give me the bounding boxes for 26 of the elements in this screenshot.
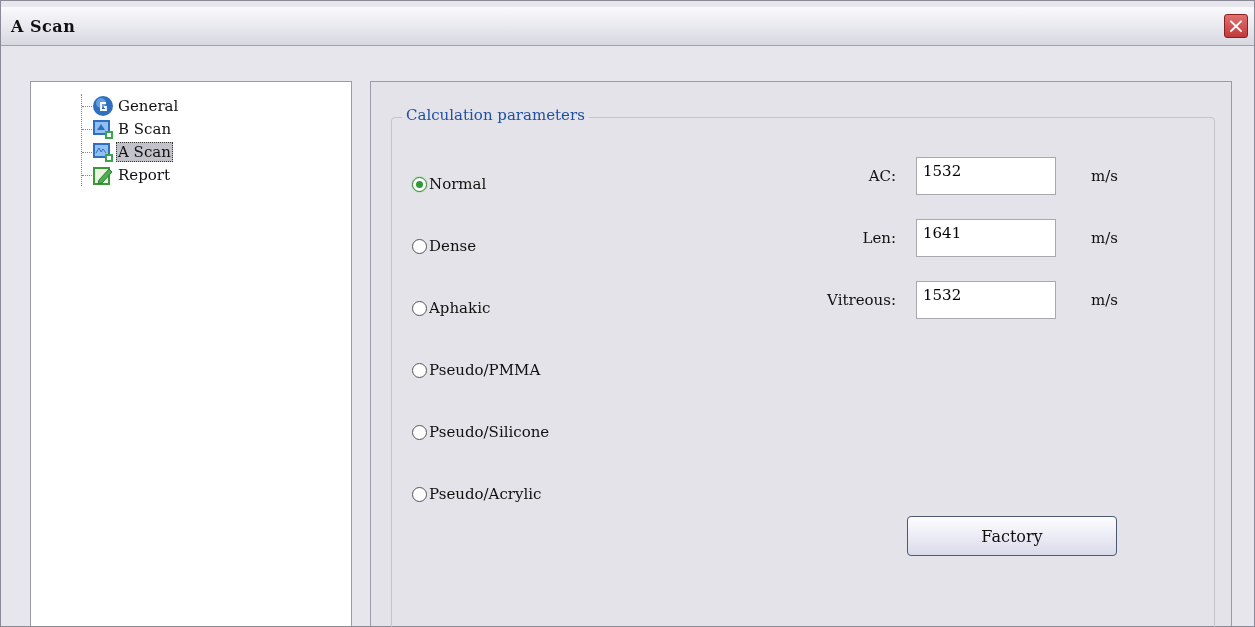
input-field[interactable]: 1641 (916, 219, 1056, 257)
unit-label: m/s (1090, 229, 1119, 247)
radio-option[interactable]: Aphakic (412, 277, 762, 339)
radio-option[interactable]: Pseudo/Silicone (412, 401, 762, 463)
input-field[interactable]: 1532 (916, 281, 1056, 319)
input-field[interactable]: 1532 (916, 157, 1056, 195)
radio-option[interactable]: Pseudo/PMMA (412, 339, 762, 401)
tree-item[interactable]: Report (116, 164, 172, 185)
radio-option[interactable]: Dense (412, 215, 762, 277)
field-label: Vitreous: (826, 291, 896, 309)
tree-item[interactable]: General (116, 95, 181, 116)
field-label: AC: (867, 167, 896, 185)
radio-option[interactable]: Normal (412, 153, 762, 215)
unit-label: m/s (1090, 167, 1119, 185)
tree-item[interactable]: A Scan (116, 141, 173, 162)
close-button[interactable]: × (1224, 14, 1248, 38)
window-title: A Scan (11, 16, 76, 36)
monitor-icon (92, 117, 114, 140)
globe-icon (92, 94, 114, 117)
tree-item[interactable]: B Scan (116, 118, 174, 139)
factory-button[interactable]: Factory (907, 516, 1117, 556)
monitor-icon (92, 140, 114, 163)
field-label: Len: (861, 229, 896, 247)
unit-label: m/s (1090, 291, 1119, 309)
group-title: Calculation parameters (402, 106, 589, 124)
radio-option[interactable]: Pseudo/Acrylic (412, 463, 762, 525)
